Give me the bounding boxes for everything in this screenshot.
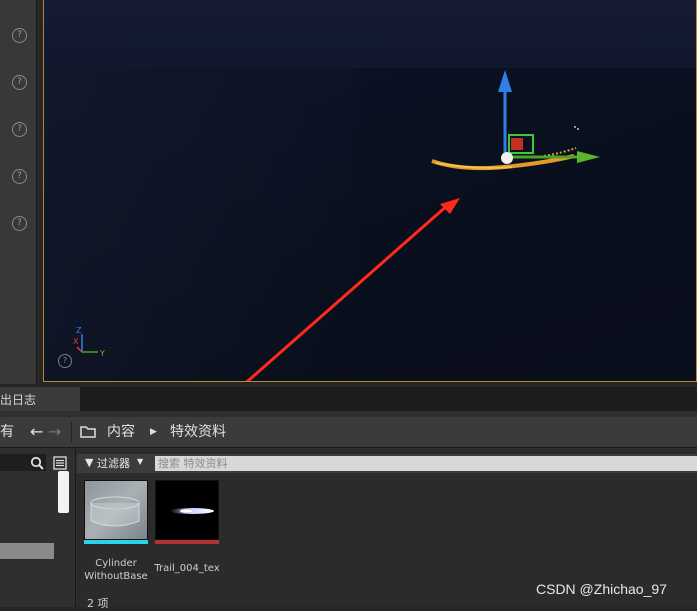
gizmo-pivot[interactable] [501, 152, 513, 164]
forward-arrow-icon[interactable]: → [48, 417, 61, 447]
sources-panel [0, 449, 76, 607]
asset-thumbnail [155, 480, 219, 540]
gizmo-x-handle[interactable] [511, 138, 523, 150]
help-icon[interactable]: ? [12, 216, 27, 231]
asset-tile-trail-texture[interactable]: Trail_004_tex [154, 480, 220, 575]
list-view-icon[interactable] [53, 456, 67, 470]
folder-icon [80, 426, 96, 438]
scrollbar-thumb[interactable] [58, 471, 69, 513]
breadcrumb-content[interactable]: 内容 [107, 417, 135, 447]
trail-texture-icon [170, 508, 214, 514]
history-button[interactable]: 有 [0, 417, 14, 447]
axis-label-z: Z [76, 326, 82, 335]
axis-label-x: X [73, 337, 79, 346]
help-icon[interactable]: ? [12, 122, 27, 137]
chevron-down-icon[interactable]: ▼ [137, 457, 143, 466]
annotation-arrow-head [440, 198, 460, 214]
help-icon[interactable]: ? [12, 75, 27, 90]
item-count: 2 项 [87, 597, 109, 610]
trail-particle [574, 126, 576, 128]
axis-label-y: Y [99, 349, 105, 358]
help-icon[interactable]: ? [58, 354, 72, 368]
breadcrumb-effects-folder[interactable]: 特效资料 [170, 417, 226, 447]
content-browser: 出日志 有 ← → 内容 ▶ 特效资料 ▼ 过滤器 ▼ 搜索 特效资料 Cyli… [0, 387, 697, 610]
search-icon[interactable] [30, 456, 44, 470]
asset-label: Trail_004_tex [154, 563, 220, 574]
filter-icon[interactable]: ▼ [85, 456, 93, 469]
asset-label: Cylinder WithoutBase [84, 558, 148, 582]
asset-tile-cylinder[interactable]: Cylinder WithoutBase [84, 480, 148, 583]
asset-search-input[interactable]: 搜索 特效资料 [155, 456, 697, 471]
back-arrow-icon[interactable]: ← [30, 417, 43, 447]
details-panel: ? ? ? ? ? [0, 0, 37, 384]
asset-thumbnail [84, 480, 148, 540]
watermark: CSDN @Zhichao_97 [536, 581, 667, 597]
gizmo-y-arrow[interactable] [577, 151, 600, 163]
gizmo-z-arrow[interactable] [498, 70, 512, 92]
tab-bar: 出日志 [0, 387, 697, 411]
viewport[interactable]: X Y Z ? [43, 0, 697, 382]
trail-particle [577, 128, 579, 130]
annotation-arrow-line [245, 202, 450, 381]
viewport-scene: X Y Z [73, 70, 600, 381]
filter-button[interactable]: 过滤器 [97, 455, 130, 471]
selected-folder-row[interactable] [0, 543, 54, 559]
toolbar-divider [71, 422, 72, 442]
help-icon[interactable]: ? [12, 28, 27, 43]
tab-output-log[interactable]: 出日志 [0, 387, 80, 411]
content-toolbar: 有 ← → 内容 ▶ 特效资料 [0, 417, 697, 448]
help-icon[interactable]: ? [12, 169, 27, 184]
filter-bar: ▼ 过滤器 ▼ 搜索 特效资料 [77, 454, 697, 473]
breadcrumb-chevron-icon: ▶ [150, 427, 157, 437]
cylinder-mesh-icon [90, 496, 140, 527]
